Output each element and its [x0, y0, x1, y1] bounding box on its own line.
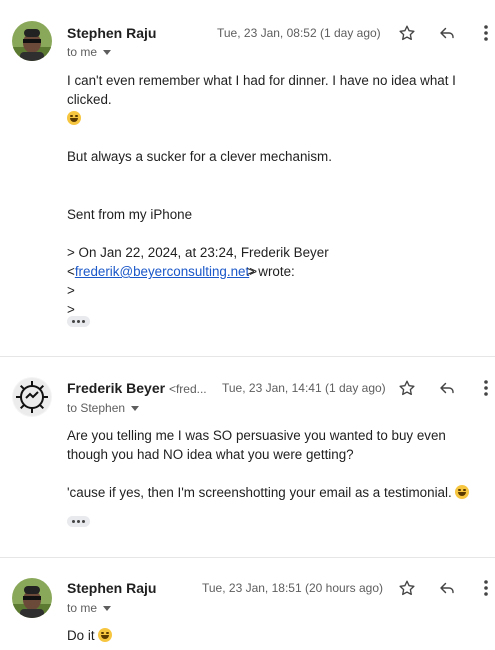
- message-body: Do it: [67, 626, 492, 645]
- message-date: Tue, 23 Jan, 08:52 (1 day ago): [217, 26, 381, 40]
- recipient-dropdown[interactable]: to me: [67, 601, 112, 615]
- sender-avatar[interactable]: [12, 21, 52, 61]
- body-line: I can't even remember what I had for din…: [67, 73, 456, 107]
- recipient-dropdown[interactable]: to Stephen: [67, 401, 140, 415]
- sender-name: Stephen Raju: [67, 25, 157, 41]
- reply-icon[interactable]: [435, 21, 459, 45]
- quote-open: <: [67, 264, 75, 279]
- more-vert-icon[interactable]: [474, 376, 495, 400]
- body-line: Do it: [67, 628, 95, 643]
- sender-name: Frederik Beyer <fred...: [67, 380, 207, 396]
- star-icon[interactable]: [395, 21, 419, 45]
- email-message: Frederik Beyer <fred... Tue, 23 Jan, 14:…: [0, 357, 495, 557]
- quote-marker: >: [67, 283, 75, 298]
- message-body: I can't even remember what I had for din…: [67, 73, 456, 317]
- email-link[interactable]: frederik@beyerconsulting.net: [75, 264, 249, 279]
- more-vert-icon[interactable]: [474, 21, 495, 45]
- quote-marker: >: [67, 302, 75, 317]
- more-vert-icon[interactable]: [474, 576, 495, 600]
- star-icon[interactable]: [395, 576, 419, 600]
- message-date: Tue, 23 Jan, 14:41 (1 day ago): [222, 381, 386, 395]
- sender-avatar[interactable]: [12, 578, 52, 618]
- reply-icon[interactable]: [435, 576, 459, 600]
- sender-name: Stephen Raju: [67, 580, 157, 596]
- body-line: Are you telling me I was SO persuasive y…: [67, 428, 446, 462]
- recipient-label: to Stephen: [67, 401, 126, 415]
- chevron-down-icon: [103, 605, 112, 611]
- body-line: 'cause if yes, then I'm screenshotting y…: [67, 485, 452, 500]
- chevron-down-icon: [131, 405, 140, 411]
- recipient-dropdown[interactable]: to me: [67, 45, 112, 59]
- star-icon[interactable]: [395, 376, 419, 400]
- grinning-sweat-emoji-icon: [98, 628, 113, 642]
- sender-email: <fred...: [168, 382, 207, 396]
- sender-name-text: Frederik Beyer: [67, 380, 166, 396]
- body-line: But always a sucker for a clever mechani…: [67, 149, 332, 164]
- sender-avatar[interactable]: [12, 377, 52, 417]
- chevron-down-icon: [103, 49, 112, 55]
- message-date: Tue, 23 Jan, 18:51 (20 hours ago): [202, 581, 384, 595]
- quote-wrote: > wrote:: [246, 264, 295, 279]
- recipient-label: to me: [67, 601, 98, 615]
- email-message: Stephen Raju Tue, 23 Jan, 18:51 (20 hour…: [0, 558, 495, 650]
- reply-icon[interactable]: [435, 376, 459, 400]
- quote-header: > On Jan 22, 2024, at 23:24, Frederik Be…: [67, 245, 329, 260]
- message-body: Are you telling me I was SO persuasive y…: [67, 426, 487, 502]
- body-line: Sent from my iPhone: [67, 207, 193, 222]
- show-trimmed-content-icon[interactable]: [67, 316, 90, 327]
- email-message: Stephen Raju Tue, 23 Jan, 08:52 (1 day a…: [0, 0, 495, 355]
- rofl-emoji-icon: [455, 485, 470, 499]
- show-trimmed-content-icon[interactable]: [67, 516, 90, 527]
- laughing-emoji-icon: [67, 111, 81, 125]
- recipient-label: to me: [67, 45, 98, 59]
